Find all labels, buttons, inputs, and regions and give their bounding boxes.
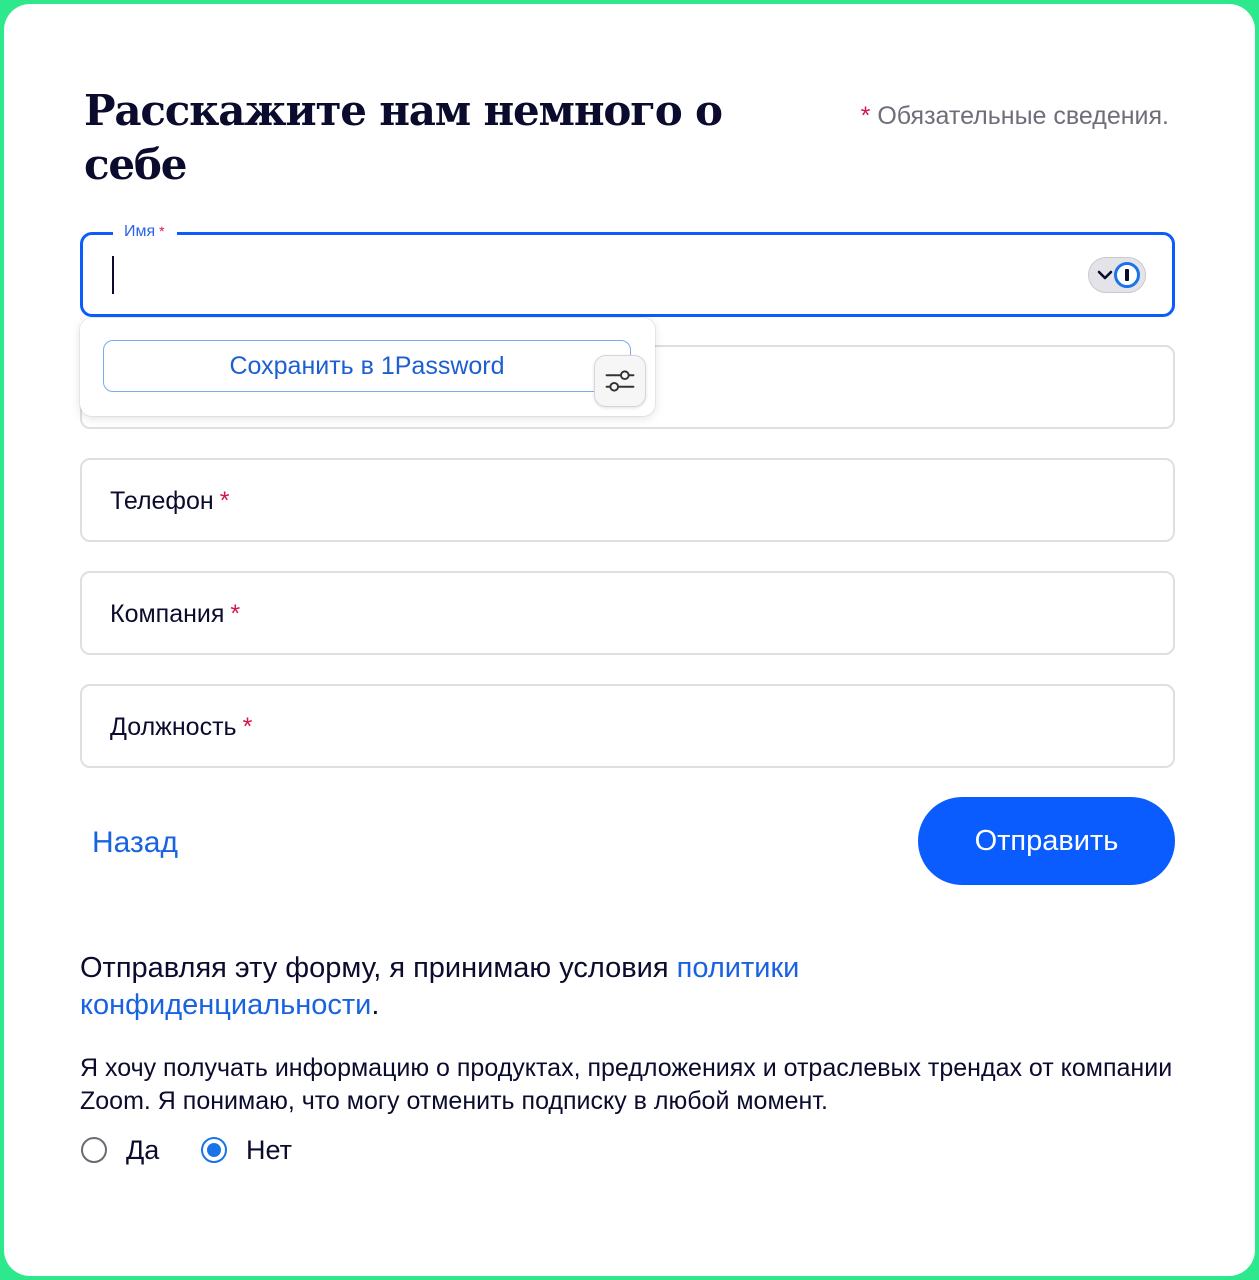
sliders-icon-graphic bbox=[605, 370, 635, 392]
back-link[interactable]: Назад bbox=[92, 826, 178, 860]
consent-suffix: . bbox=[371, 989, 380, 1021]
phone-field-label: Телефон * bbox=[110, 487, 229, 516]
name-field[interactable]: Имя * bbox=[80, 223, 1175, 317]
page-title: Расскажите нам немного о себе bbox=[84, 86, 723, 189]
radio-no[interactable] bbox=[201, 1137, 227, 1163]
radio-yes-label: Да bbox=[126, 1135, 160, 1165]
save-to-1password-button[interactable]: Сохранить в 1Password bbox=[103, 340, 631, 392]
radio-option-yes[interactable]: Да bbox=[81, 1134, 181, 1170]
required-asterisk: * bbox=[159, 223, 165, 239]
required-note: * Обязательные сведения. bbox=[861, 102, 1169, 131]
1password-popup: Сохранить в 1Password bbox=[80, 318, 655, 416]
name-label-text: Имя bbox=[124, 223, 156, 240]
name-field-label: Имя * bbox=[113, 223, 177, 241]
company-field[interactable]: Компания * bbox=[80, 571, 1175, 655]
company-field-label: Компания * bbox=[110, 600, 240, 629]
1password-icon bbox=[1114, 262, 1140, 288]
job-title-field-label: Должность * bbox=[110, 713, 252, 742]
radio-option-no[interactable]: Нет bbox=[201, 1134, 311, 1170]
required-asterisk: * bbox=[219, 487, 230, 515]
job-title-label-text: Должность bbox=[110, 713, 237, 741]
company-label-text: Компания bbox=[110, 600, 225, 628]
consent-text: Отправляя эту форму, я принимаю условия … bbox=[80, 950, 980, 1024]
marketing-consent-text: Я хочу получать информацию о продуктах, … bbox=[80, 1054, 1173, 1115]
phone-label-text: Телефон bbox=[110, 487, 214, 515]
submit-button[interactable]: Отправить bbox=[918, 797, 1175, 885]
required-asterisk: * bbox=[242, 713, 253, 741]
chevron-down-icon bbox=[1097, 270, 1113, 280]
consent-prefix: Отправляя эту форму, я принимаю условия bbox=[80, 952, 677, 984]
required-asterisk: * bbox=[230, 600, 241, 628]
required-note-text: Обязательные сведения. bbox=[877, 102, 1169, 130]
1password-badge[interactable] bbox=[1088, 257, 1146, 293]
sliders-icon[interactable] bbox=[594, 355, 646, 407]
radio-no-label: Нет bbox=[246, 1135, 292, 1165]
required-asterisk: * bbox=[860, 102, 871, 130]
job-title-field[interactable]: Должность * bbox=[80, 684, 1175, 768]
text-caret bbox=[112, 256, 114, 294]
phone-field[interactable]: Телефон * bbox=[80, 458, 1175, 542]
radio-yes[interactable] bbox=[81, 1137, 107, 1163]
